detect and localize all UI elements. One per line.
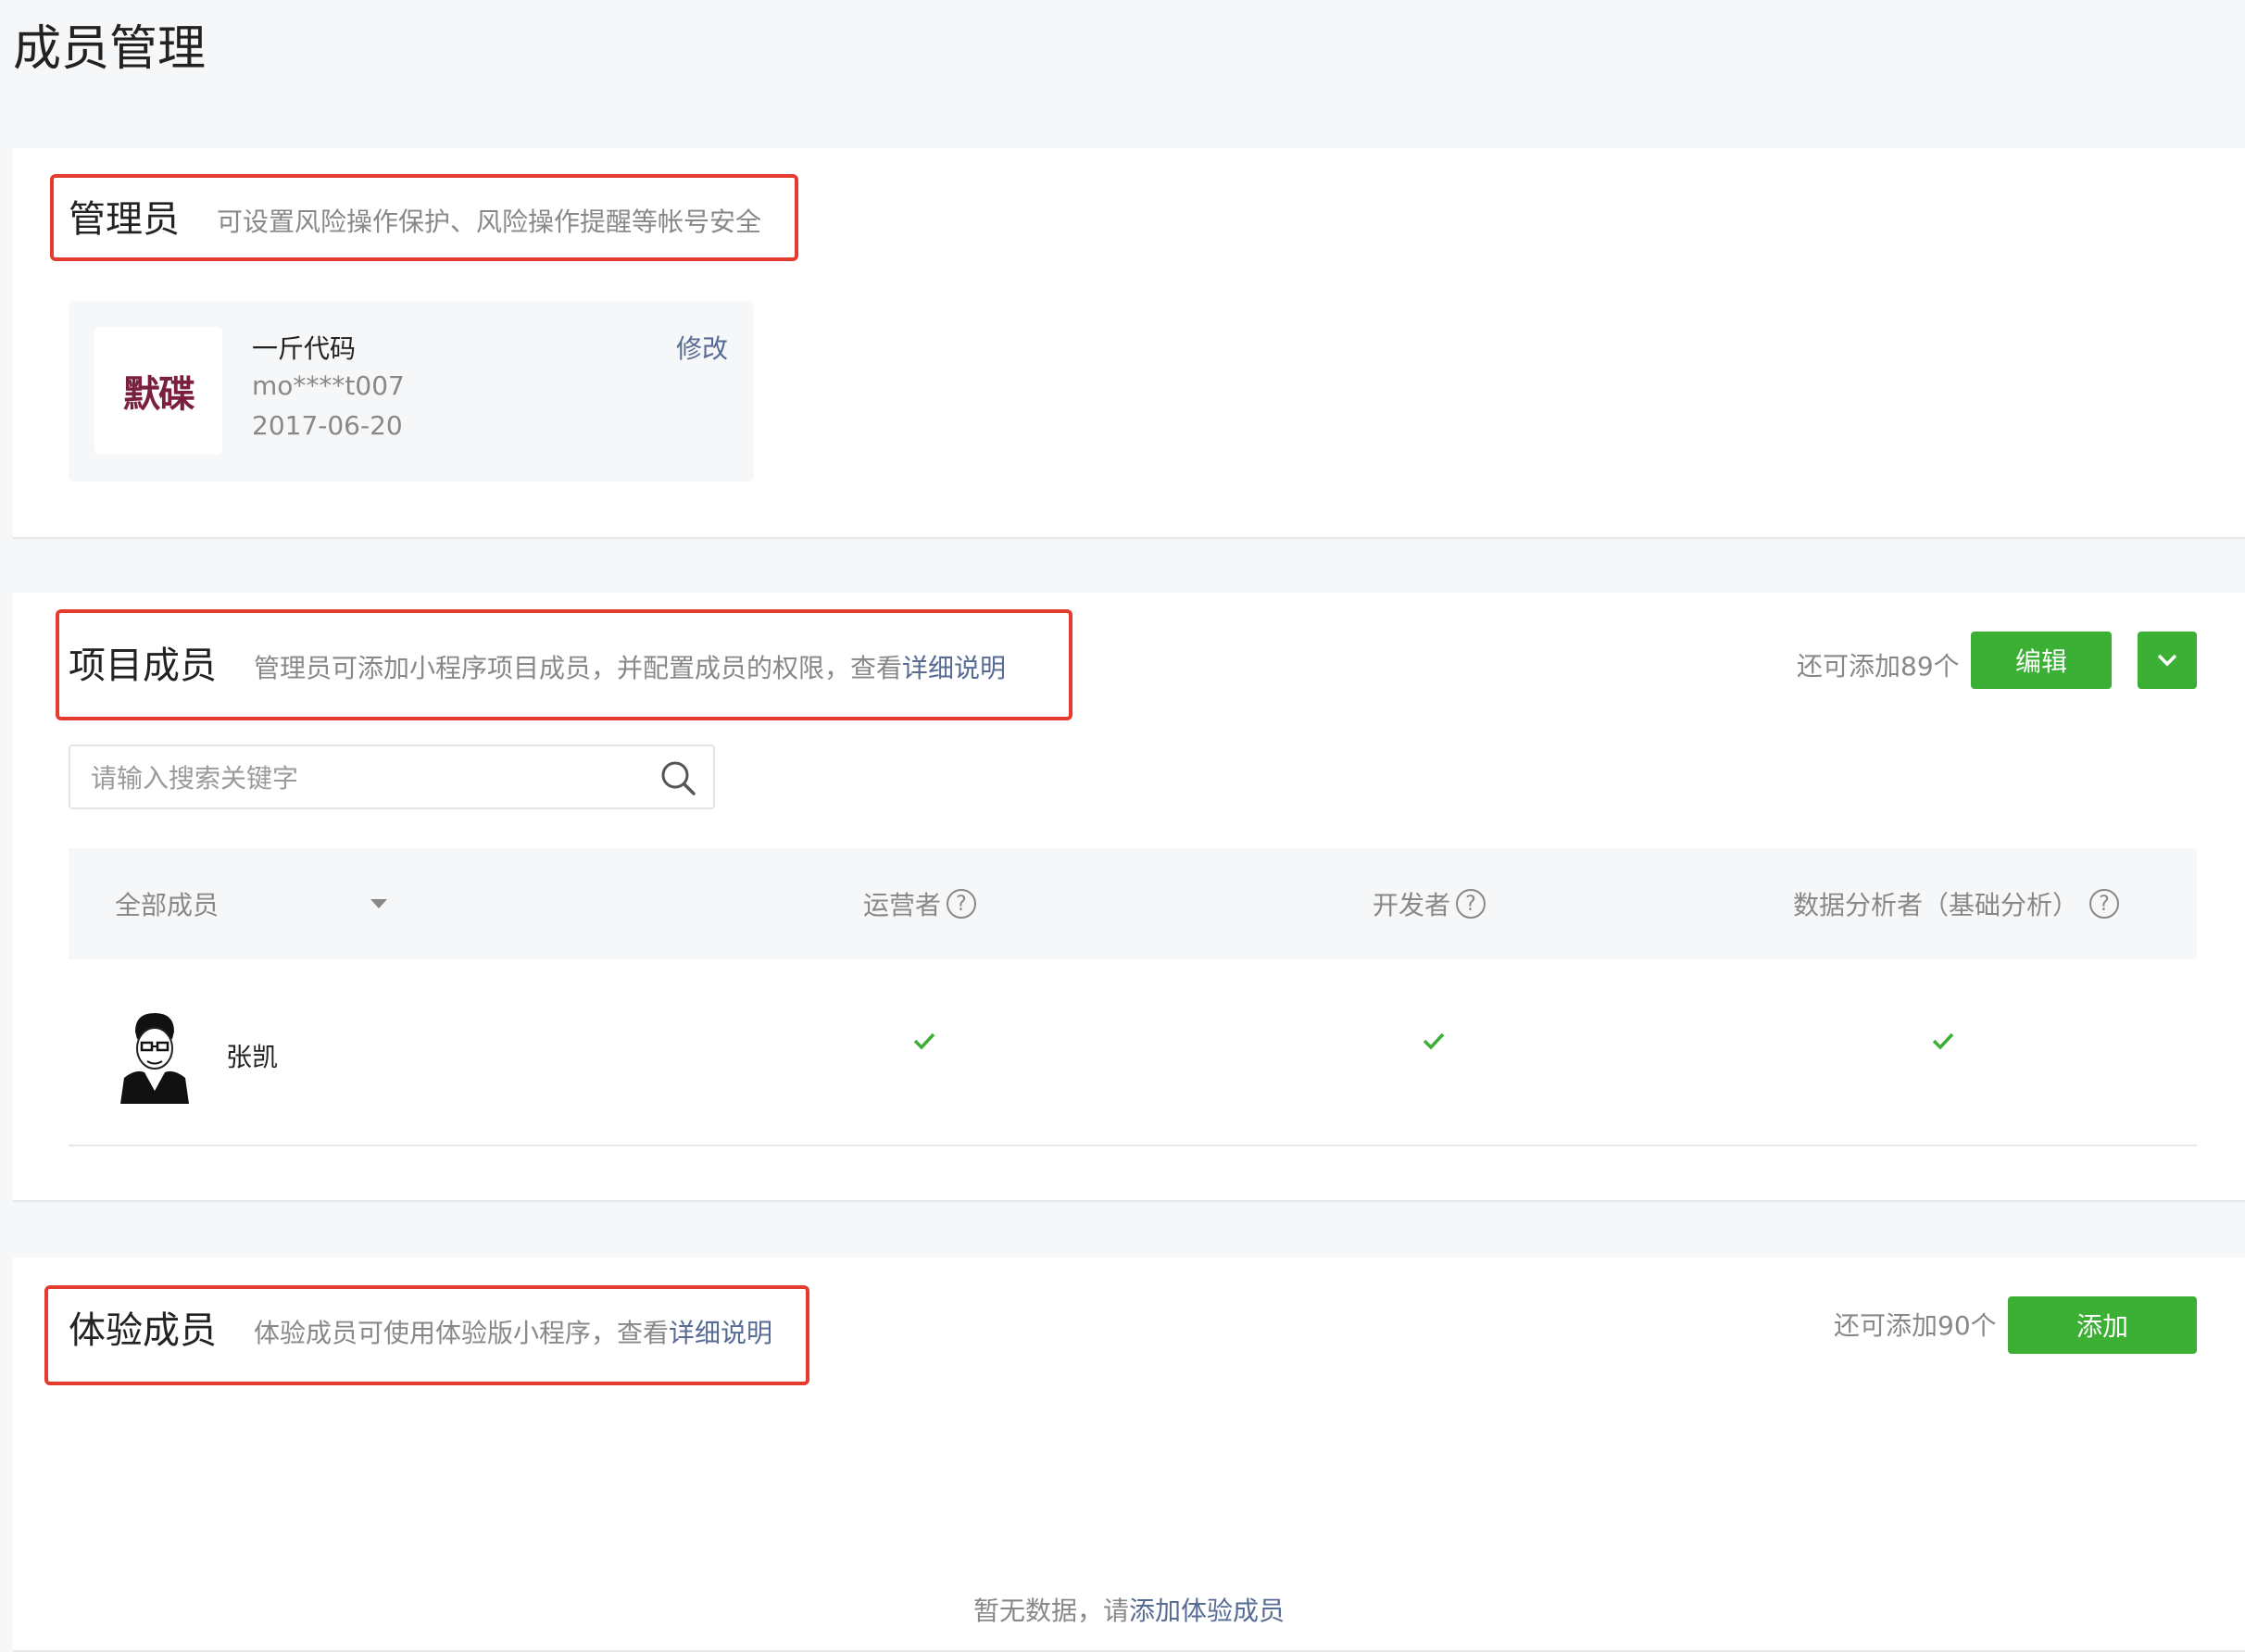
- empty-state: 暂无数据，请添加体验成员: [13, 1591, 2245, 1628]
- member-table-header: 全部成员 运营者 ? 开发者 ? 数据分析者（基础分析） ?: [69, 848, 2197, 959]
- help-icon[interactable]: ?: [1456, 889, 1486, 919]
- search-icon[interactable]: [659, 759, 696, 796]
- check-icon: [1932, 1032, 1954, 1050]
- admin-edit-link[interactable]: 修改: [676, 329, 728, 366]
- avatar: [117, 1007, 193, 1104]
- trial-desc-text: 体验成员可使用体验版小程序，查看: [254, 1318, 670, 1348]
- help-icon[interactable]: ?: [2089, 889, 2120, 919]
- add-trial-member-link[interactable]: 添加体验成员: [1129, 1596, 1285, 1626]
- filter-label: 全部成员: [115, 890, 219, 920]
- project-section-title: 项目成员: [69, 645, 217, 687]
- check-icon: [1423, 1032, 1445, 1050]
- admin-avatar: 默碟: [94, 327, 222, 455]
- column-analyst: 数据分析者（基础分析） ?: [1793, 848, 2120, 959]
- check-icon: [913, 1032, 935, 1050]
- trial-section-title: 体验成员: [69, 1309, 217, 1352]
- chevron-down-icon: [2157, 654, 2177, 667]
- trial-section-desc: 体验成员可使用体验版小程序，查看详细说明: [254, 1313, 772, 1350]
- add-trial-member-button[interactable]: 添加: [2008, 1296, 2197, 1354]
- member-name: 张凯: [226, 1042, 279, 1072]
- help-icon[interactable]: ?: [947, 889, 977, 919]
- project-detail-link[interactable]: 详细说明: [902, 653, 1006, 683]
- column-developer: 开发者 ?: [1373, 848, 1486, 959]
- admin-section-title: 管理员: [69, 198, 180, 241]
- project-desc-text: 管理员可添加小程序项目成员，并配置成员的权限，查看: [254, 653, 903, 683]
- edit-button[interactable]: 编辑: [1971, 632, 2112, 689]
- admin-section-desc: 可设置风险操作保护、风险操作提醒等帐号安全: [217, 206, 762, 237]
- search-input[interactable]: [89, 746, 630, 809]
- column-developer-label: 开发者: [1373, 890, 1451, 920]
- project-quota: 还可添加89个: [1797, 651, 1960, 682]
- project-dropdown-button[interactable]: [2138, 632, 2197, 689]
- caret-down-icon: [370, 899, 388, 908]
- trial-quota: 还可添加90个: [1834, 1310, 1997, 1341]
- admin-account: mo****t007: [252, 370, 405, 401]
- admin-card: 管理员 可设置风险操作保护、风险操作提醒等帐号安全 默碟 一斤代码 mo****…: [13, 148, 2245, 539]
- column-operator: 运营者 ?: [863, 848, 977, 959]
- project-section-desc: 管理员可添加小程序项目成员，并配置成员的权限，查看详细说明: [254, 648, 1006, 685]
- member-search: [69, 745, 715, 809]
- admin-name: 一斤代码: [252, 333, 357, 364]
- column-analyst-label: 数据分析者（基础分析）: [1793, 890, 2079, 920]
- trial-detail-link[interactable]: 详细说明: [669, 1318, 772, 1348]
- trial-members-card: 体验成员 体验成员可使用体验版小程序，查看详细说明 还可添加90个 添加 暂无数…: [13, 1258, 2245, 1652]
- page-title: 成员管理: [13, 21, 207, 77]
- column-operator-label: 运营者: [863, 890, 942, 920]
- empty-text: 暂无数据，请: [972, 1596, 1129, 1626]
- admin-item: 默碟 一斤代码 mo****t007 2017-06-20 修改: [69, 301, 754, 482]
- project-members-card: 项目成员 管理员可添加小程序项目成员，并配置成员的权限，查看详细说明 还可添加8…: [13, 593, 2245, 1202]
- member-filter-dropdown[interactable]: 全部成员: [115, 848, 388, 959]
- admin-date: 2017-06-20: [252, 410, 403, 441]
- admin-logo: 默碟: [123, 372, 195, 416]
- table-row: 张凯: [69, 959, 2197, 1146]
